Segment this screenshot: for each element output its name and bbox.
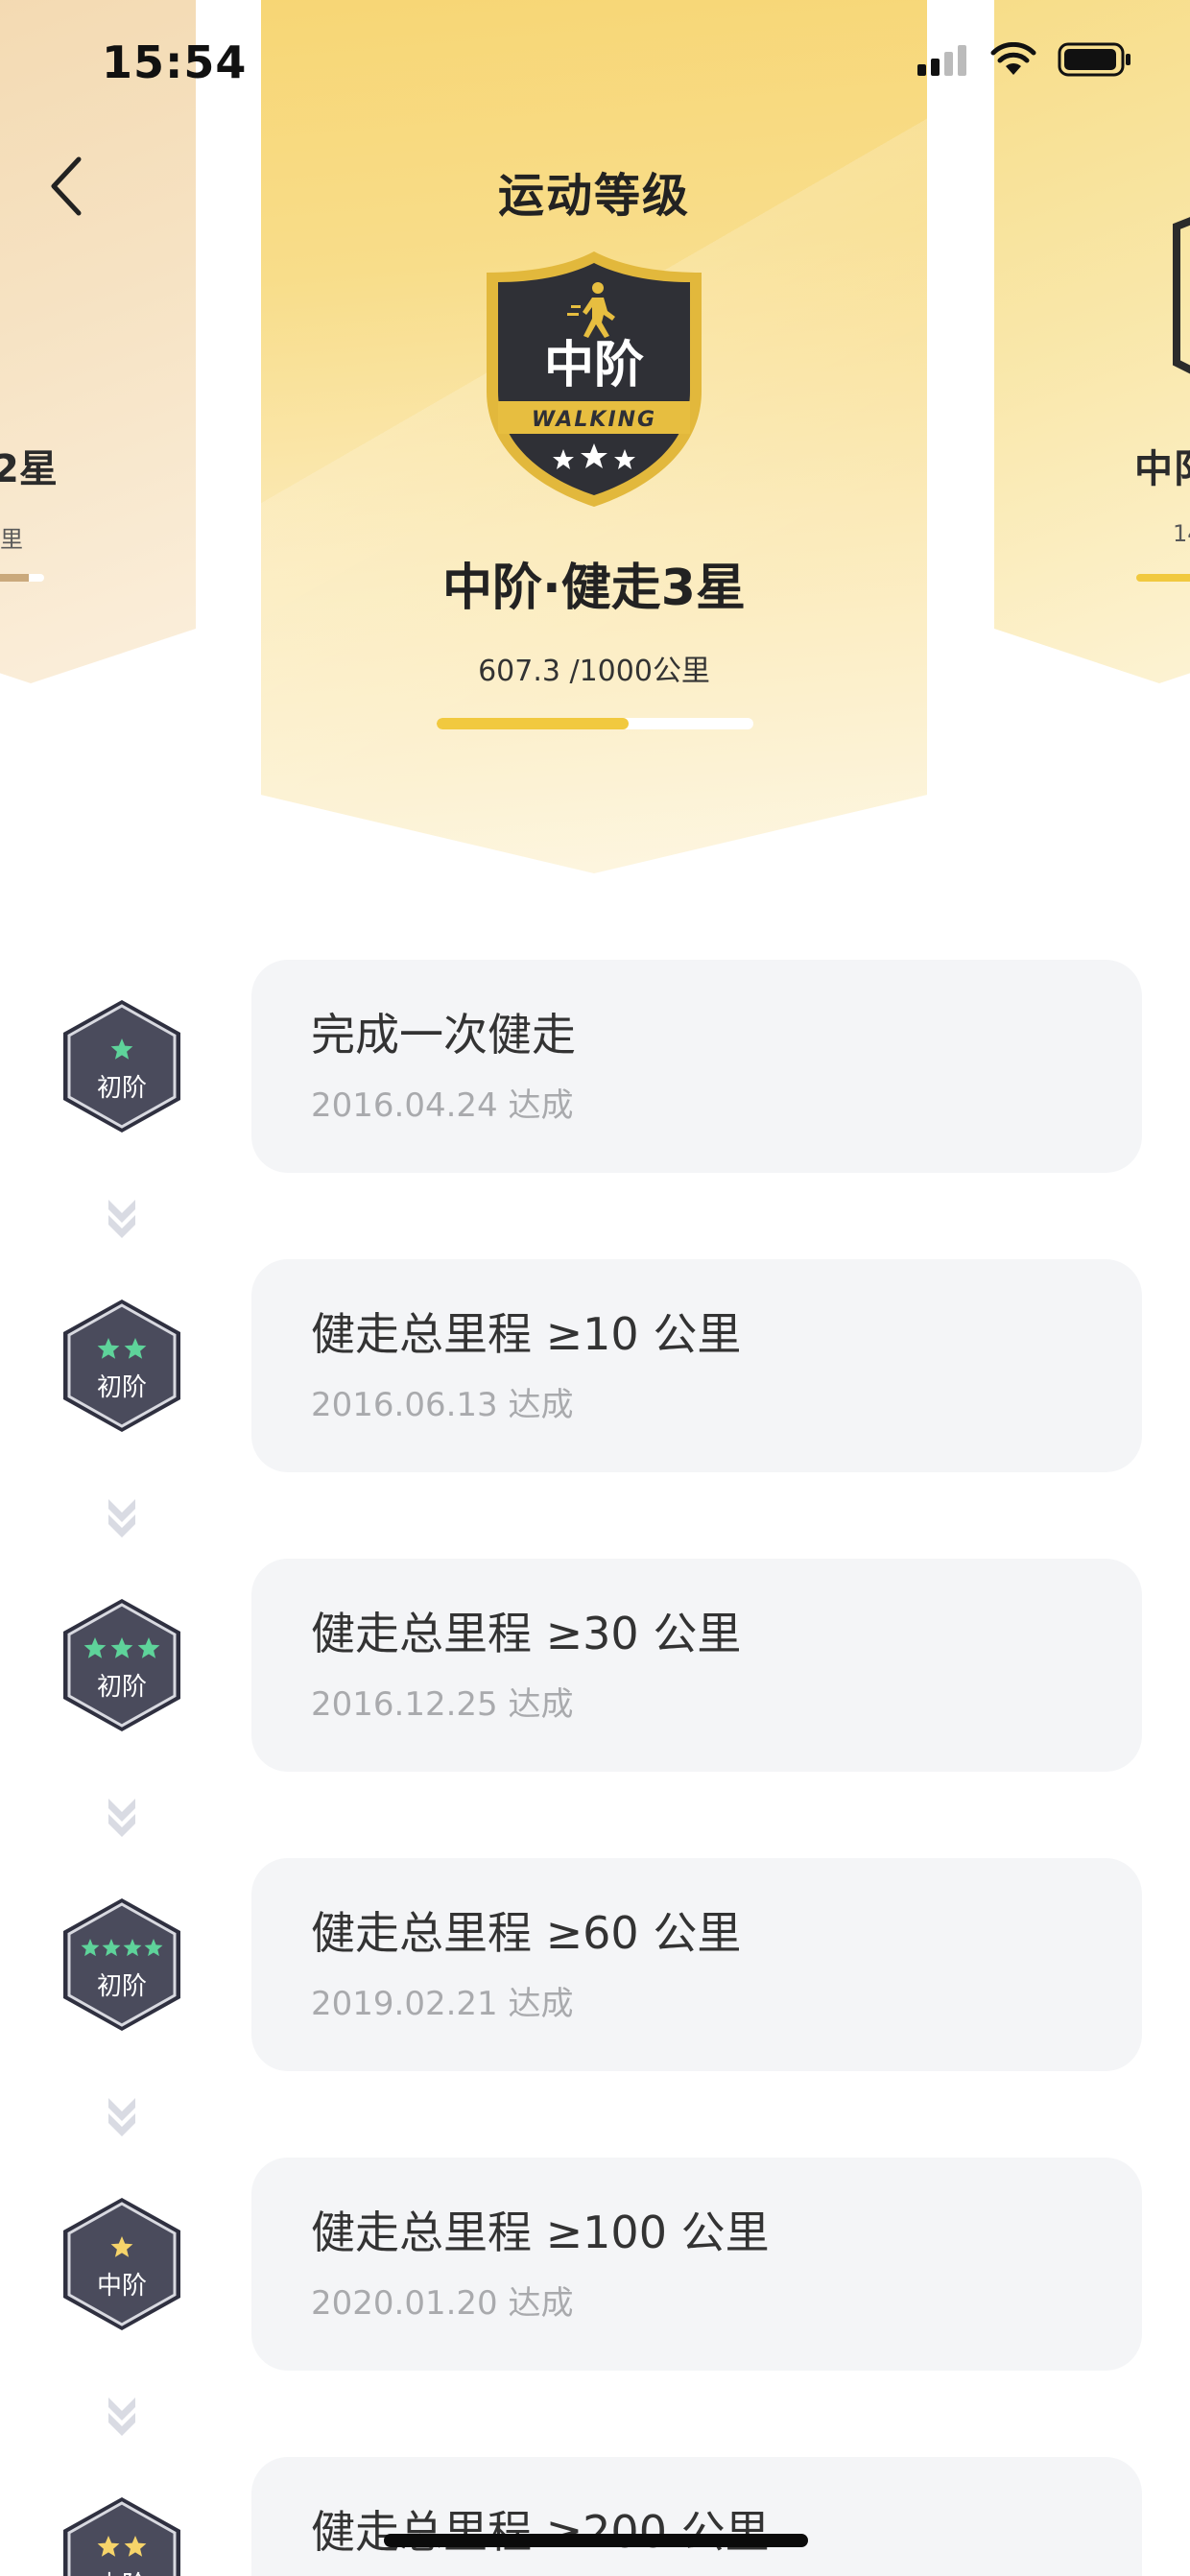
- hex-badge-label: 中阶: [97, 2571, 147, 2576]
- hex-level-badge-icon: 初阶: [63, 1599, 180, 1731]
- achievement-card[interactable]: 健走总里程 ≥10 公里 2016.06.13 达成: [251, 1259, 1142, 1472]
- next-level-title: 中阝: [1134, 447, 1190, 491]
- achievement-row: 中阶 健走总里程 ≥100 公里 2020.01.20 达成: [0, 2158, 1190, 2371]
- chevron-down-icon: [108, 1200, 135, 1238]
- prev-level-badge-icon: [0, 228, 29, 372]
- achievement-date: 2019.02.21 达成: [311, 1985, 574, 2023]
- next-level-progress: [1136, 574, 1190, 582]
- prev-level-sub: 里: [0, 526, 23, 553]
- badge-walking-text: WALKING: [532, 408, 656, 432]
- chevron-down-icon: [108, 2397, 135, 2436]
- hex-level-badge-icon: 中阶: [63, 2198, 180, 2330]
- achievement-title: 健走总里程 ≥30 公里: [311, 1608, 742, 1659]
- hex-badge-label: 中阶: [97, 2272, 147, 2301]
- hex-badge-label: 初阶: [97, 1673, 147, 1702]
- hex-level-badge-icon: 初阶: [63, 1300, 180, 1432]
- hex-level-badge-icon: 中阶: [63, 2497, 180, 2576]
- achievement-title: 健走总里程 ≥60 公里: [311, 1907, 742, 1959]
- current-level-name: 中阶·健走3星: [442, 560, 746, 617]
- chevron-down-icon: [108, 1799, 135, 1837]
- achievement-row: 初阶 健走总里程 ≥30 公里 2016.12.25 达成: [0, 1559, 1190, 1772]
- achievement-card[interactable]: 完成一次健走 2016.04.24 达成: [251, 960, 1142, 1173]
- page-title: 运动等级: [497, 169, 690, 223]
- hex-badge-label: 初阶: [97, 1074, 147, 1103]
- next-level-sub: 14: [1173, 520, 1190, 547]
- wifi-icon: [990, 42, 1036, 75]
- achievement-date: 2020.01.20 达成: [311, 2284, 574, 2323]
- current-level-progress-bar: [437, 718, 753, 729]
- hex-level-badge-icon: 初阶: [63, 1000, 180, 1133]
- next-level-banner[interactable]: 中阝 14: [994, 0, 1190, 683]
- screen: 2星 里 中阝 14 15:54: [0, 0, 1190, 2576]
- achievement-row: 初阶 完成一次健走 2016.04.24 达成: [0, 960, 1190, 1173]
- achievement-title: 健走总里程 ≥10 公里: [311, 1308, 742, 1360]
- cellular-signal-icon: [917, 45, 966, 76]
- achievement-title: 完成一次健走: [311, 1009, 576, 1061]
- prev-level-title: 2星: [0, 447, 58, 491]
- chevron-down-icon: [108, 2098, 135, 2136]
- hex-level-badge-icon: 初阶: [63, 1898, 180, 2031]
- battery-icon: [1058, 42, 1130, 77]
- achievement-date: 2016.06.13 达成: [311, 1386, 574, 1424]
- achievement-card[interactable]: 健走总里程 ≥200 公里: [251, 2457, 1142, 2576]
- achievement-row: 中阶 健走总里程 ≥200 公里: [0, 2457, 1190, 2576]
- badge-level-text: 中阶: [544, 337, 644, 394]
- achievement-date: 2016.04.24 达成: [311, 1086, 574, 1125]
- achievement-title: 健走总里程 ≥200 公里: [311, 2506, 770, 2558]
- status-time: 15:54: [102, 36, 248, 88]
- hex-badge-label: 初阶: [97, 1373, 147, 1402]
- achievement-row: 初阶 健走总里程 ≥10 公里 2016.06.13 达成: [0, 1259, 1190, 1472]
- prev-level-progress: [0, 574, 44, 582]
- chevron-down-icon: [108, 1499, 135, 1538]
- status-icons: [917, 42, 1132, 77]
- next-level-badge-icon: [1173, 215, 1190, 376]
- achievement-card[interactable]: 健走总里程 ≥30 公里 2016.12.25 达成: [251, 1559, 1142, 1772]
- back-arrow-icon[interactable]: [38, 152, 96, 221]
- walking-level-badge-icon: WALKING 中阶: [487, 251, 702, 507]
- achievement-card[interactable]: 健走总里程 ≥100 公里 2020.01.20 达成: [251, 2158, 1142, 2371]
- prev-level-banner[interactable]: 2星 里: [0, 0, 196, 683]
- achievement-row: 初阶 健走总里程 ≥60 公里 2019.02.21 达成: [0, 1858, 1190, 2071]
- achievement-title: 健走总里程 ≥100 公里: [311, 2206, 770, 2258]
- hex-badge-label: 初阶: [97, 1972, 147, 2001]
- current-level-progress-fill: [437, 718, 630, 729]
- home-indicator[interactable]: [384, 2534, 808, 2547]
- current-level-progress-text: 607.3 /1000公里: [478, 655, 710, 688]
- achievement-date: 2016.12.25 达成: [311, 1685, 574, 1724]
- achievement-card[interactable]: 健走总里程 ≥60 公里 2019.02.21 达成: [251, 1858, 1142, 2071]
